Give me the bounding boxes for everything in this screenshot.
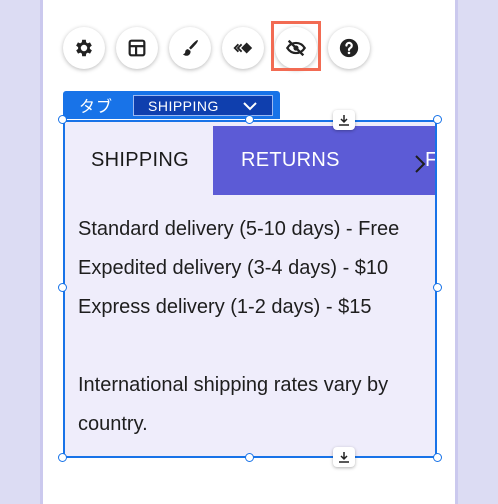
content-line: Express delivery (1-2 days) - $15 [78, 296, 372, 318]
tab-shipping[interactable]: SHIPPING [65, 126, 213, 195]
resize-handle-left[interactable] [58, 283, 67, 292]
download-arrow-icon [339, 452, 349, 463]
content-note-line: country. [78, 413, 148, 435]
animation-icon [233, 42, 253, 54]
design-button[interactable] [169, 27, 211, 69]
tab-bar: SHIPPING RETURNS FA [65, 126, 435, 195]
resize-handle-right[interactable] [433, 283, 442, 292]
question-icon [339, 38, 359, 58]
tab-label: RETURNS [241, 149, 340, 171]
eye-off-icon [285, 39, 307, 57]
tab-content-panel: Standard delivery (5-10 days) - Free Exp… [78, 210, 423, 444]
content-line: Expedited delivery (3-4 days) - $10 [78, 257, 389, 279]
content-note-line: International shipping rates vary by [78, 374, 389, 396]
animation-button[interactable] [222, 27, 264, 69]
resize-handle-bottom-right[interactable] [433, 453, 442, 462]
hide-button[interactable] [275, 27, 317, 69]
tab-label: SHIPPING [91, 149, 189, 171]
chevron-right-icon[interactable] [413, 154, 427, 174]
resize-handle-bottom[interactable] [245, 453, 254, 462]
tab-selector-value: SHIPPING [148, 97, 219, 114]
content-line: Standard delivery (5-10 days) - Free [78, 218, 400, 240]
tab-returns[interactable]: RETURNS [213, 126, 405, 195]
resize-handle-top-right[interactable] [433, 115, 442, 124]
gear-icon [76, 39, 92, 57]
element-type-label: タブ [79, 99, 114, 116]
stretch-anchor-bottom[interactable] [333, 447, 355, 467]
resize-handle-top[interactable] [245, 115, 254, 124]
chevron-down-icon [243, 102, 257, 111]
resize-handle-bottom-left[interactable] [58, 453, 67, 462]
brush-icon [182, 40, 198, 56]
help-button[interactable] [328, 27, 370, 69]
download-arrow-icon [339, 115, 349, 126]
layout-button[interactable] [116, 27, 158, 69]
layout-icon [128, 39, 146, 57]
resize-handle-top-left[interactable] [58, 115, 67, 124]
stretch-anchor-top[interactable] [333, 110, 355, 130]
settings-button[interactable] [63, 27, 105, 69]
tab-selector-dropdown[interactable]: SHIPPING [133, 95, 273, 116]
tabs-element[interactable]: SHIPPING RETURNS FA Standard delivery (5… [63, 120, 437, 458]
